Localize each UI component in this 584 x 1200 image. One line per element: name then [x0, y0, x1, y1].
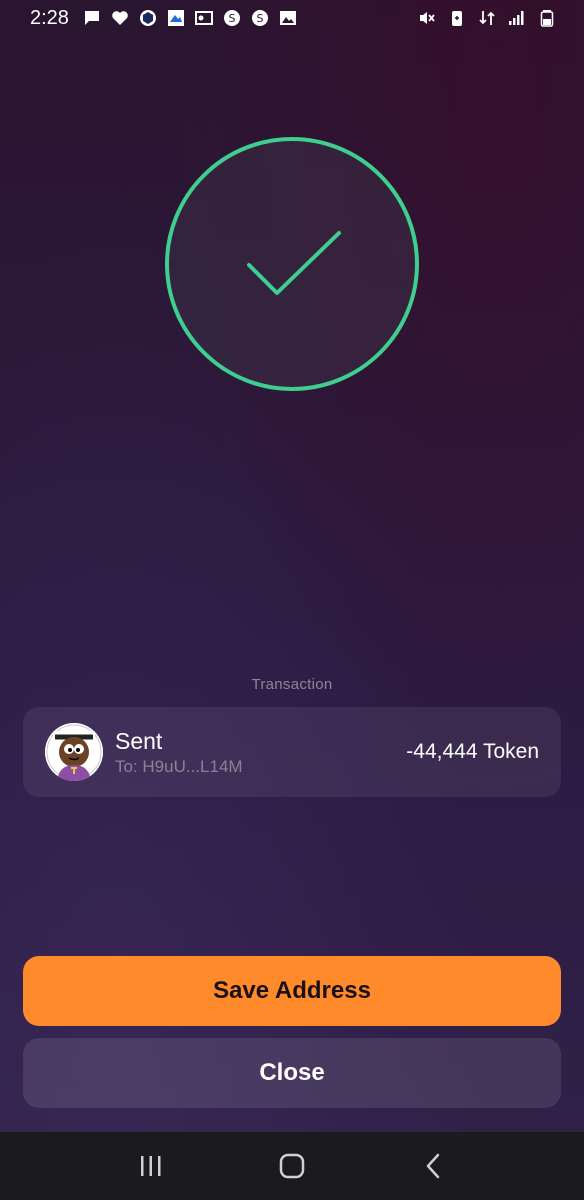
- status-right: [418, 9, 556, 27]
- status-left: 2:28 S S: [30, 7, 297, 30]
- mute-icon: [420, 12, 435, 24]
- image-icon: [279, 11, 296, 25]
- save-address-button[interactable]: Save Address: [23, 956, 561, 1026]
- status-time: 2:28: [30, 6, 69, 29]
- data-arrows-icon: [479, 11, 495, 25]
- chat-bubble-icon: [84, 11, 99, 25]
- success-indicator: [165, 137, 419, 391]
- transaction-recipient: To: H9uU...L14M: [115, 757, 243, 776]
- battery-icon: [540, 10, 554, 27]
- transaction-title: Sent: [115, 728, 163, 754]
- cloud-mountain-icon: [167, 10, 184, 26]
- section-label-transaction: Transaction: [251, 676, 333, 693]
- status-bar: 2:28 S S: [0, 0, 584, 36]
- crypto-com-icon: [139, 10, 156, 26]
- token-avatar-icon: [45, 723, 103, 781]
- outlook-icon: [194, 11, 213, 25]
- svg-text:S: S: [228, 12, 235, 25]
- battery-saver-icon: [452, 11, 462, 26]
- heart-icon: [112, 11, 128, 25]
- s-circle-icon: S: [223, 10, 240, 26]
- recent-apps-icon[interactable]: [121, 1136, 181, 1196]
- transaction-amount: -44,444 Token: [406, 740, 539, 763]
- back-icon[interactable]: [403, 1136, 463, 1196]
- transaction-card: Sent To: H9uU...L14M -44,444 Token: [23, 707, 561, 797]
- svg-text:S: S: [256, 12, 263, 25]
- s-circle-icon: S: [251, 10, 268, 26]
- close-button[interactable]: Close: [23, 1038, 561, 1108]
- navigation-bar: [0, 1132, 584, 1200]
- signal-icon: [509, 11, 524, 25]
- home-icon[interactable]: [262, 1136, 322, 1196]
- checkmark-icon: [247, 231, 341, 295]
- transaction-text: Sent To: H9uU...L14M: [115, 727, 406, 777]
